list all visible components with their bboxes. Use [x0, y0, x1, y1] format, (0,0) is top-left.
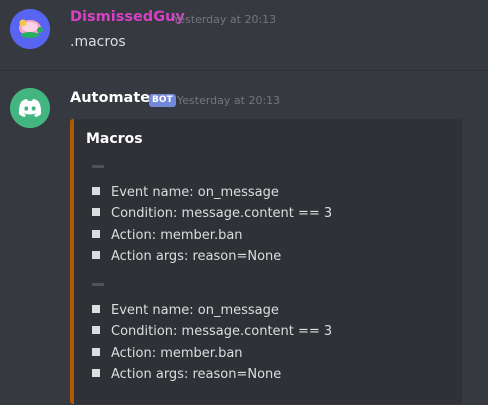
author-name[interactable]: DismissedGuy	[70, 9, 185, 25]
item-text: Event name: on_message	[111, 185, 279, 200]
list-item: Action: member.ban	[92, 346, 243, 361]
timestamp: Yesterday at 20:13	[173, 13, 277, 26]
embed-title: Macros	[86, 131, 143, 147]
message-dismissedguy: DismissedGuy Yesterday at 20:13 .macros	[0, 0, 488, 70]
bot-badge: BOT	[149, 94, 176, 107]
square-bullet-icon	[92, 305, 100, 313]
square-bullet-icon	[92, 208, 100, 216]
embed-card: Macros Event name: on_message Condition:…	[70, 119, 462, 404]
square-bullet-icon	[92, 251, 100, 259]
list-item: Event name: on_message	[92, 303, 279, 318]
item-text: Event name: on_message	[111, 303, 279, 318]
item-text: Action: member.ban	[111, 228, 243, 243]
item-text: Action args: reason=None	[111, 367, 282, 382]
square-bullet-icon	[92, 348, 100, 356]
bot-avatar[interactable]	[10, 88, 50, 128]
discord-logo-icon	[10, 88, 50, 128]
list-item: Action args: reason=None	[92, 367, 281, 382]
square-bullet-icon	[92, 187, 100, 195]
square-bullet-icon	[92, 230, 100, 238]
list-item: Condition: message.content == 3	[92, 206, 332, 221]
turtle-avatar-icon	[10, 9, 50, 49]
list-item: Action args: reason=None	[92, 249, 281, 264]
author-name[interactable]: Automater	[70, 90, 157, 106]
item-text: Action: member.ban	[111, 346, 243, 361]
list-item: Action: member.ban	[92, 228, 243, 243]
group-separator	[92, 283, 104, 286]
item-text: Condition: message.content == 3	[111, 206, 333, 221]
list-item: Condition: message.content == 3	[92, 324, 332, 339]
list-item: Event name: on_message	[92, 185, 279, 200]
square-bullet-icon	[92, 326, 100, 334]
user-avatar[interactable]	[10, 9, 50, 49]
item-text: Condition: message.content == 3	[111, 324, 333, 339]
timestamp: Yesterday at 20:13	[177, 94, 281, 107]
message-content: .macros	[70, 34, 126, 50]
square-bullet-icon	[92, 369, 100, 377]
group-separator	[92, 165, 104, 168]
message-automater: Automater BOT Yesterday at 20:13 Macros …	[0, 71, 488, 405]
item-text: Action args: reason=None	[111, 249, 282, 264]
